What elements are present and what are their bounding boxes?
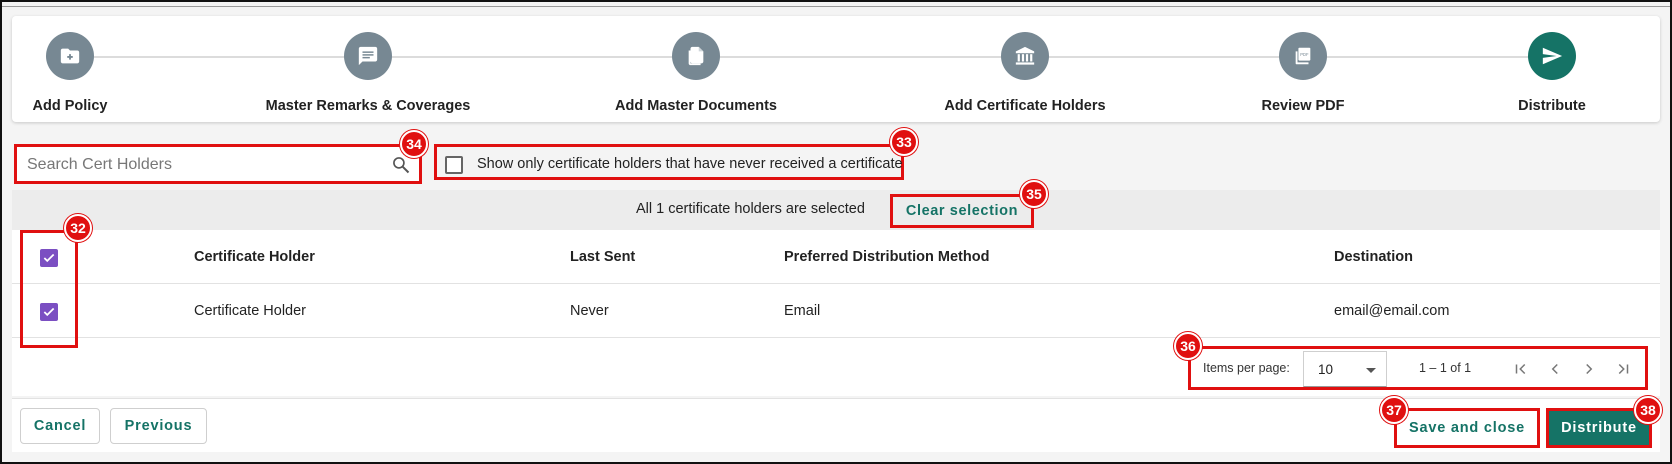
annotation-badge: 38: [1634, 396, 1662, 424]
select-all-checkbox[interactable]: [40, 249, 58, 267]
search-input[interactable]: [27, 153, 387, 177]
page-size-value: 10: [1318, 362, 1334, 377]
step-label: Master Remarks & Coverages: [265, 98, 471, 114]
step-add-certificate-holders[interactable]: Add Certificate Holders: [905, 16, 1145, 122]
previous-button[interactable]: Previous: [110, 408, 207, 444]
selection-column: [20, 230, 78, 348]
step-add-policy[interactable]: Add Policy: [0, 16, 190, 122]
cancel-button[interactable]: Cancel: [20, 408, 100, 444]
documents-icon: [672, 32, 720, 80]
check-icon: [43, 253, 55, 263]
column-header[interactable]: Destination: [1334, 249, 1413, 265]
selection-banner: All 1 certificate holders are selected: [12, 190, 1660, 230]
annotation-badge: 34: [400, 130, 428, 158]
next-page-icon[interactable]: [1579, 359, 1599, 379]
app-frame: Add Policy Master Remarks & Coverages Ad…: [0, 0, 1672, 464]
send-icon: [1528, 32, 1576, 80]
pdf-icon: PDF: [1279, 32, 1327, 80]
search-icon[interactable]: [391, 155, 411, 175]
step-add-master-documents[interactable]: Add Master Documents: [576, 16, 816, 122]
first-page-icon[interactable]: [1511, 359, 1531, 379]
step-label: Review PDF: [1261, 98, 1345, 114]
step-distribute[interactable]: Distribute: [1432, 16, 1672, 122]
top-divider: [2, 6, 1670, 7]
items-per-page-label: Items per page:: [1203, 361, 1290, 375]
annotation-badge: 37: [1380, 396, 1408, 424]
never-received-filter[interactable]: Show only certificate holders that have …: [434, 144, 904, 180]
page-range: 1 – 1 of 1: [1419, 361, 1472, 375]
table-header-row: Certificate Holder Last Sent Preferred D…: [12, 230, 1660, 284]
last-sent-cell: Never: [570, 303, 609, 319]
table-row[interactable]: Certificate Holder Never Email email@ema…: [12, 284, 1660, 338]
page-size-select[interactable]: 10: [1303, 351, 1387, 387]
svg-text:PDF: PDF: [1300, 52, 1309, 57]
annotation-badge: 33: [890, 128, 918, 156]
selection-text: All 1 certificate holders are selected: [636, 201, 865, 217]
annotation-badge: 32: [64, 214, 92, 242]
save-and-close-button[interactable]: Save and close: [1394, 408, 1540, 448]
step-label: Add Master Documents: [615, 98, 777, 114]
step-review-pdf[interactable]: PDF Review PDF: [1183, 16, 1423, 122]
destination-cell: email@email.com: [1334, 303, 1450, 319]
wizard-stepper: Add Policy Master Remarks & Coverages Ad…: [12, 16, 1660, 122]
search-cert-holders-field: [14, 144, 422, 184]
annotation-badge: 36: [1174, 332, 1202, 360]
annotation-badge: 35: [1020, 180, 1048, 208]
column-header[interactable]: Preferred Distribution Method: [784, 249, 989, 265]
step-label: Add Policy: [32, 98, 108, 114]
step-label: Add Certificate Holders: [944, 98, 1106, 114]
column-header[interactable]: Certificate Holder: [194, 249, 315, 265]
folder-plus-icon: [46, 32, 94, 80]
column-header[interactable]: Last Sent: [570, 249, 635, 265]
never-received-checkbox[interactable]: [445, 156, 463, 174]
distribution-method-cell: Email: [784, 303, 821, 319]
cert-holder-cell: Certificate Holder: [194, 303, 307, 319]
bank-icon: [1001, 32, 1049, 80]
comment-icon: [344, 32, 392, 80]
row-checkbox[interactable]: [40, 303, 58, 321]
never-received-label: Show only certificate holders that have …: [477, 156, 903, 172]
step-label: Distribute: [1518, 98, 1586, 114]
previous-page-icon[interactable]: [1545, 359, 1565, 379]
step-master-remarks[interactable]: Master Remarks & Coverages: [248, 16, 488, 122]
last-page-icon[interactable]: [1613, 359, 1633, 379]
paginator: Items per page: 10 1 – 1 of 1: [1188, 346, 1648, 390]
chevron-down-icon: [1366, 368, 1376, 373]
clear-selection-button[interactable]: Clear selection: [890, 194, 1034, 228]
check-icon: [43, 307, 55, 317]
